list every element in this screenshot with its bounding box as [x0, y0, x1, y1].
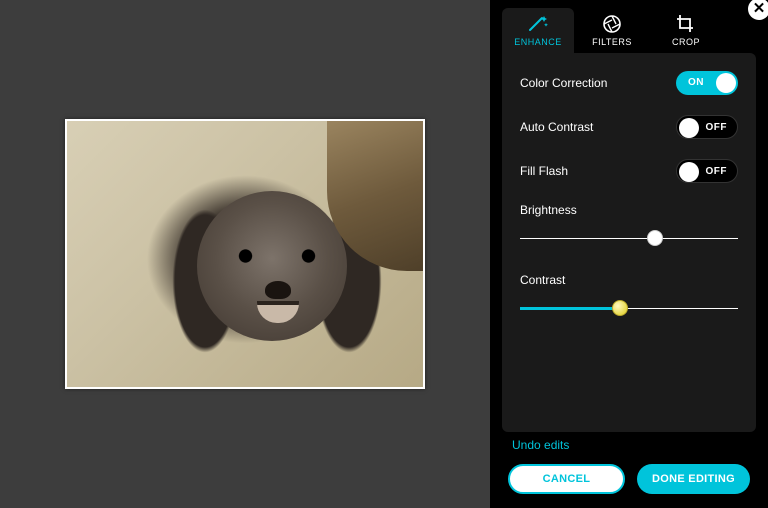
tab-enhance[interactable]: ENHANCE — [502, 8, 574, 53]
photo-content — [265, 281, 291, 299]
auto-contrast-label: Auto Contrast — [520, 120, 593, 134]
undo-edits-link[interactable]: Undo edits — [512, 438, 750, 452]
fill-flash-label: Fill Flash — [520, 164, 568, 178]
contrast-slider[interactable] — [520, 301, 738, 317]
fill-flash-toggle[interactable]: OFF — [676, 159, 738, 183]
row-fill-flash: Fill Flash OFF — [520, 159, 738, 183]
aperture-icon — [600, 14, 624, 34]
toggle-state-label: ON — [688, 71, 704, 95]
crop-icon — [674, 14, 698, 34]
brightness-label: Brightness — [520, 203, 738, 217]
toggle-knob — [679, 118, 699, 138]
close-icon[interactable]: ✕ — [748, 0, 768, 20]
footer-buttons: CANCEL DONE EDITING — [508, 464, 750, 494]
slider-track — [520, 238, 738, 239]
done-editing-button[interactable]: DONE EDITING — [637, 464, 750, 494]
photo-editor-app: ENHANCE FILTERS CROP Color Correction — [0, 0, 768, 508]
tab-filters[interactable]: FILTERS — [576, 8, 648, 53]
toggle-state-label: OFF — [706, 116, 728, 140]
photo-content — [232, 246, 322, 266]
row-color-correction: Color Correction ON — [520, 71, 738, 95]
wand-icon — [526, 14, 550, 34]
color-correction-toggle[interactable]: ON — [676, 71, 738, 95]
brightness-slider[interactable] — [520, 231, 738, 247]
edit-side-panel: ENHANCE FILTERS CROP Color Correction — [490, 0, 768, 508]
cancel-button[interactable]: CANCEL — [508, 464, 625, 494]
tab-enhance-label: ENHANCE — [514, 37, 562, 47]
contrast-group: Contrast — [520, 273, 738, 317]
tab-filters-label: FILTERS — [592, 37, 632, 47]
panel-footer: Undo edits CANCEL DONE EDITING — [490, 432, 768, 508]
photo-preview[interactable] — [65, 119, 425, 389]
row-auto-contrast: Auto Contrast OFF — [520, 115, 738, 139]
edit-tabs: ENHANCE FILTERS CROP — [490, 8, 768, 53]
toggle-state-label: OFF — [706, 160, 728, 184]
toggle-knob — [679, 162, 699, 182]
color-correction-label: Color Correction — [520, 76, 607, 90]
enhance-panel: Color Correction ON Auto Contrast OFF Fi… — [502, 53, 756, 432]
tab-crop[interactable]: CROP — [650, 8, 722, 53]
brightness-group: Brightness — [520, 203, 738, 247]
slider-fill — [520, 307, 620, 310]
auto-contrast-toggle[interactable]: OFF — [676, 115, 738, 139]
tab-crop-label: CROP — [672, 37, 700, 47]
toggle-knob — [716, 73, 736, 93]
slider-thumb[interactable] — [612, 300, 628, 316]
slider-thumb[interactable] — [647, 230, 663, 246]
canvas-area — [0, 0, 490, 508]
contrast-label: Contrast — [520, 273, 738, 287]
